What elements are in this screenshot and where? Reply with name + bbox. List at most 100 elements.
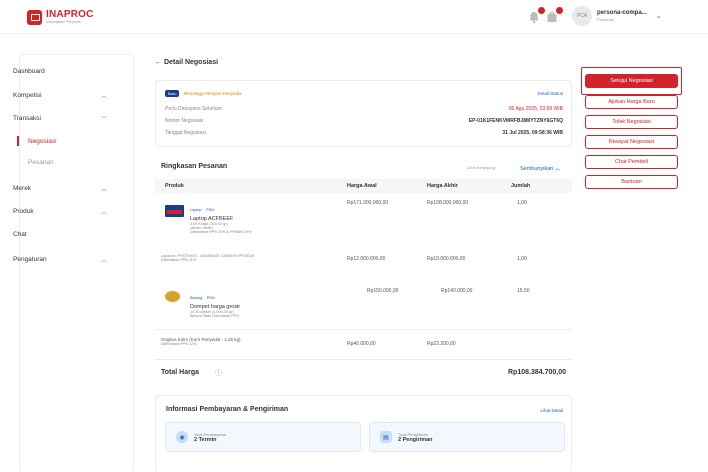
cart-badge xyxy=(556,7,563,14)
shipping-tax: Dikenakan PPN 12% xyxy=(161,342,197,346)
info-label: Total Pembayaran xyxy=(194,431,227,437)
approve-negotiation-button[interactable]: Setujui Negosiasi xyxy=(585,74,678,88)
price-end: Rp140.000,00 xyxy=(441,288,473,294)
chat-buyer-button[interactable]: Chat Pembeli xyxy=(585,155,678,169)
cart-icon[interactable] xyxy=(545,7,563,24)
quantity: 1,00 xyxy=(517,200,527,206)
user-menu[interactable]: PCA persona-compa... Penyedia ⌄ xyxy=(572,6,662,26)
payment-icon: ◉ xyxy=(176,431,188,443)
info-value: 2 Termin xyxy=(194,436,217,443)
brand-name: INAPROC xyxy=(46,9,94,21)
product-category: Barang xyxy=(190,296,203,300)
sidebar-item-label: Merek xyxy=(13,185,32,192)
brand-subtitle: Marketplace Penyedia xyxy=(46,20,81,25)
total-payment-box: ◉ Total Pembayaran 2 Termin xyxy=(165,422,361,452)
sidebar-item-label: Negosiasi xyxy=(28,138,57,145)
reject-negotiation-button[interactable]: Tolak Negosiasi xyxy=(585,115,678,129)
arrow-left-icon: ← xyxy=(155,59,162,66)
sidebar-item-merek[interactable]: Merek ︿ xyxy=(13,184,107,193)
total-value: Rp108.384.700,00 xyxy=(508,369,566,376)
price-end: Rp108.000.000,00 xyxy=(427,200,469,206)
sidebar-item-label: Chat xyxy=(13,231,27,238)
negotiation-detail-card: Baru Menunggu Respon Penyedia Detail Sta… xyxy=(155,80,572,147)
user-role: Penyedia xyxy=(597,16,614,22)
total-label: Total Harga xyxy=(161,369,199,376)
page-title: Detail Negosiasi xyxy=(163,59,219,66)
sidebar-item-label: Pesanan xyxy=(28,159,54,166)
active-indicator xyxy=(17,136,19,146)
product-category: Laptop xyxy=(190,208,202,212)
product-tax: Belum/Tidak Dikenakan PPN xyxy=(190,314,239,318)
negotiation-date-value: 31 Jul 2025, 09:58:36 WIB xyxy=(502,130,563,136)
sidebar-item-dashboard[interactable]: Dashboard xyxy=(13,68,107,75)
total-shipping-box: ▤ Total Pengiriman 2 Pengiriman xyxy=(369,422,565,452)
column-header: Harga Akhir xyxy=(427,183,458,189)
divider xyxy=(155,329,572,330)
price-start: Rp150.000,00 xyxy=(367,288,399,294)
help-button[interactable]: Bantuan xyxy=(585,175,678,189)
column-header: Jumlah xyxy=(511,183,531,189)
sidebar-item-kompetisi[interactable]: Kompetisi ︿ xyxy=(13,91,107,100)
product-tax: Dikenakan PPN 11% & PPnBM 20% xyxy=(190,230,252,234)
chevron-up-icon: ︿ xyxy=(100,187,107,193)
see-detail-link[interactable]: Lihat Detail xyxy=(540,408,563,413)
order-summary-card: Ringkasan Pesanan Lihat Keranjang Sembun… xyxy=(155,155,572,387)
chevron-down-icon: ⌄ xyxy=(655,13,662,20)
logo-icon xyxy=(27,10,42,25)
price-start: Rp171.000.000,00 xyxy=(347,200,389,206)
price-start: Rp12.000.000,00 xyxy=(347,256,386,262)
deadline-value: 05 Agu 2025, 23:59 WIB xyxy=(508,106,563,112)
negotiation-history-button[interactable]: Riwayat Negosiasi xyxy=(585,135,678,149)
avatar: PCA xyxy=(572,6,592,26)
negotiation-date-label: Tanggal Negosiasi xyxy=(165,130,206,136)
status-badge: Baru xyxy=(165,90,180,97)
notification-badge xyxy=(538,7,545,14)
sidebar-item-chat[interactable]: Chat xyxy=(13,231,107,238)
chevron-up-icon: ︿ xyxy=(100,258,107,264)
table-row: Barang PDN Dompet harga grosir 10.00 Art… xyxy=(190,286,340,318)
view-cart-link[interactable]: Lihat Keranjang xyxy=(467,165,495,170)
sidebar-item-pengaturan[interactable]: Pengaturan ︿ xyxy=(13,255,107,264)
deadline-label: Perlu Direspons Sebelum xyxy=(165,106,222,112)
wallet-image xyxy=(165,291,180,302)
table-row: Layanan: PROTEKSI - ASURANSI GARANSI PRO… xyxy=(161,254,341,262)
chevron-up-icon: ︿ xyxy=(100,210,107,216)
info-value: 2 Pengiriman xyxy=(398,436,433,443)
column-header: Harga Awal xyxy=(347,183,377,189)
brand-logo[interactable]: INAPROC Marketplace Penyedia xyxy=(27,10,94,25)
truck-icon: ▤ xyxy=(380,431,392,443)
status-text: Menunggu Respon Penyedia xyxy=(183,91,242,96)
negotiation-number-label: Nomor Negosiasi xyxy=(165,118,204,124)
sidebar-item-pesanan[interactable]: Pesanan xyxy=(28,159,107,166)
sidebar-item-negosiasi[interactable]: Negosiasi xyxy=(28,138,107,145)
notification-bell-icon[interactable] xyxy=(527,7,545,24)
payment-title: Informasi Pembayaran & Pengiriman xyxy=(166,406,289,413)
table-row: Laptop PDN Laptop ACFBEEF 3.00 Kotak (30… xyxy=(190,198,340,234)
user-name: persona-compa... xyxy=(597,10,647,17)
detail-status-link[interactable]: Detail Status xyxy=(537,91,563,96)
sidebar-item-label: Pengaturan xyxy=(13,256,47,263)
price-end: Rp10.000.000,00 xyxy=(427,256,466,262)
sidebar-item-label: Produk xyxy=(13,208,34,215)
chevron-down-icon: ﹀ xyxy=(100,117,107,123)
product-tax: Dikenakan PPN 11% xyxy=(161,258,197,262)
negotiation-number-value: EP-01K1FENKVMRFBJ8MYTZNY6GT6Q xyxy=(468,118,563,124)
sidebar-item-transaksi[interactable]: Transaksi ﹀ xyxy=(13,114,107,123)
sidebar-item-label: Transaksi xyxy=(13,115,41,122)
sidebar-item-label: Dashboard xyxy=(13,68,45,75)
shipping-row: Ongkos Kirim (Kurir Penyedia - 1,25 kg) … xyxy=(161,337,241,346)
back-button[interactable]: ← Detail Negosiasi xyxy=(155,59,218,66)
chevron-up-icon: ︿ xyxy=(554,166,561,172)
hide-toggle[interactable]: Sembunyikan ︿ xyxy=(520,164,560,172)
shipping-price-start: Rp40.000,00 xyxy=(347,341,376,347)
hide-toggle-label: Sembunyikan xyxy=(520,166,554,172)
shipping-price-end: Rp22.200,00 xyxy=(427,341,456,347)
sidebar-item-label: Kompetisi xyxy=(13,92,42,99)
column-header: Produk xyxy=(165,183,184,189)
pdn-tag: PDN xyxy=(206,208,215,212)
divider xyxy=(155,359,572,360)
propose-new-price-button[interactable]: Ajukan Harga Baru xyxy=(585,95,678,109)
top-bar: INAPROC Marketplace Penyedia PCA persona… xyxy=(0,0,708,34)
sidebar-item-produk[interactable]: Produk ︿ xyxy=(13,207,107,216)
info-icon[interactable]: ⓘ xyxy=(215,368,222,378)
